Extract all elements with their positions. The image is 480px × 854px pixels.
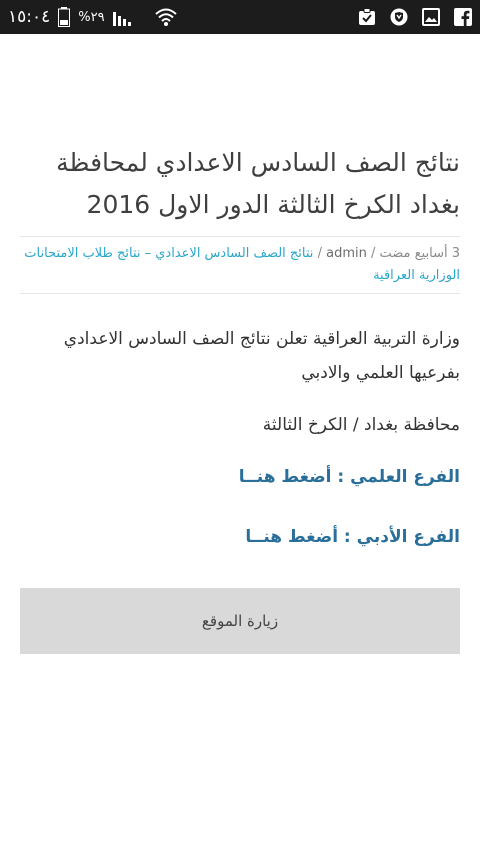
status-bar: ١٥:٠٤ %٢٩	[0, 0, 480, 34]
scientific-branch-link[interactable]: الفرع العلمي : أضغط هنــا	[20, 460, 460, 494]
facebook-icon	[454, 8, 472, 26]
literary-branch-link[interactable]: الفرع الأدبي : أضغط هنــا	[20, 520, 460, 554]
signal-icon	[112, 8, 135, 26]
post-meta: 3 أسابيع مضت / admin / نتائج الصف السادس…	[20, 236, 460, 294]
battery-percent-text: %٢٩	[78, 9, 105, 25]
meta-separator: /	[317, 246, 322, 261]
post-title: نتائج الصف السادس الاعدادي لمحافظة بغداد…	[56, 148, 460, 219]
visit-site-button[interactable]: زيارة الموقع	[20, 588, 460, 654]
battery-icon	[58, 7, 71, 27]
post-author-link[interactable]: admin	[326, 246, 367, 261]
wifi-icon	[154, 7, 177, 27]
post-paragraph: وزارة التربية العراقية تعلن نتائج الصف ا…	[63, 329, 460, 383]
image-icon	[422, 8, 440, 26]
meta-separator: /	[370, 246, 376, 261]
clock-text: ١٥:٠٤	[8, 7, 51, 27]
status-left-group: ١٥:٠٤ %٢٩	[8, 0, 177, 34]
shield-icon	[390, 8, 408, 26]
post-body: وزارة التربية العراقية تعلن نتائج الصف ا…	[20, 322, 460, 580]
post-time-ago: 3 أسابيع مضت	[379, 246, 460, 261]
clipboard-check-icon	[358, 8, 376, 26]
article-content: نتائج الصف السادس الاعدادي لمحافظة بغداد…	[0, 34, 480, 854]
province-line: محافظة بغداد / الكرخ الثالثة	[262, 415, 460, 435]
status-right-group	[358, 0, 472, 34]
